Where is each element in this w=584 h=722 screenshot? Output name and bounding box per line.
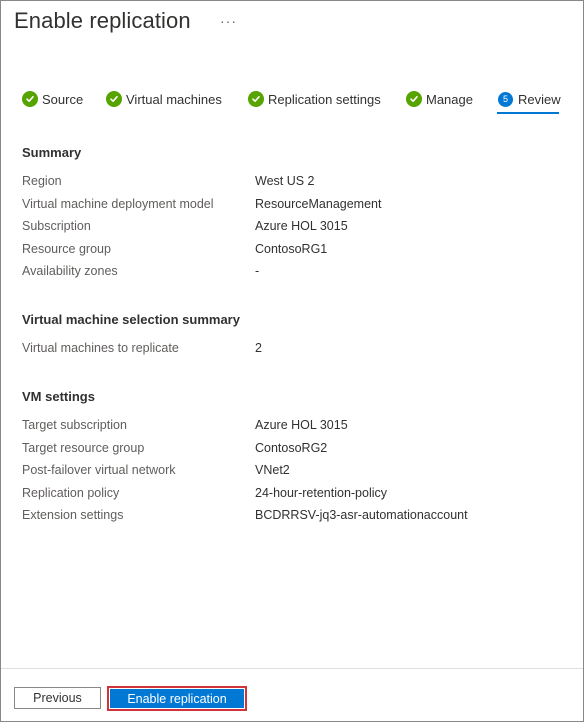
summary-row: Region West US 2 — [22, 172, 562, 195]
row-key: Target subscription — [22, 418, 127, 432]
step-label: Replication settings — [268, 91, 381, 107]
row-value: Azure HOL 3015 — [255, 219, 348, 233]
summary-row: Availability zones - — [22, 262, 562, 285]
section-heading: VM settings — [22, 389, 95, 404]
row-key: Replication policy — [22, 485, 120, 500]
section-heading: Virtual machine selection summary — [22, 312, 240, 327]
row-value: ResourceManagement — [255, 196, 382, 211]
check-circle-icon — [406, 91, 422, 107]
active-step-indicator — [497, 112, 559, 114]
row-key: Region — [22, 174, 62, 188]
step-replication-settings[interactable]: Replication settings — [248, 88, 381, 110]
row-value: 2 — [255, 341, 262, 355]
row-key: Availability zones — [22, 264, 118, 278]
step-review[interactable]: 5 Review — [498, 88, 561, 110]
row-value: Azure HOL 3015 — [255, 418, 348, 432]
vm-settings-row: Extension settings BCDRRSV-jq3-asr-autom… — [22, 506, 562, 529]
vm-settings-section: VM settings Target subscription Azure HO… — [22, 388, 562, 529]
vm-settings-row: Replication policy 24-hour-retention-pol… — [22, 484, 562, 507]
row-value: ContosoRG2 — [255, 440, 328, 455]
vm-settings-row: Post-failover virtual network VNet2 — [22, 461, 562, 484]
row-key: Extension settings — [22, 508, 124, 522]
row-key: Virtual machine deployment model — [22, 196, 214, 211]
step-label: Manage — [426, 91, 473, 107]
row-value: BCDRRSV-jq3-asr-automationaccount — [255, 508, 468, 522]
check-circle-icon — [22, 91, 38, 107]
vm-settings-row: Target resource group ContosoRG2 — [22, 439, 562, 462]
row-value: West US 2 — [255, 174, 315, 188]
vm-selection-section: Virtual machine selection summary Virtua… — [22, 311, 562, 362]
vm-selection-row: Virtual machines to replicate 2 — [22, 339, 562, 362]
row-key: Resource group — [22, 241, 111, 256]
row-value: 24-hour-retention-policy — [255, 485, 388, 500]
check-circle-icon — [106, 91, 122, 107]
row-value: VNet2 — [255, 463, 290, 477]
check-circle-icon — [248, 91, 264, 107]
row-value: ContosoRG1 — [255, 241, 328, 256]
step-label: Source — [42, 91, 84, 107]
previous-button[interactable]: Previous — [14, 687, 101, 709]
step-source[interactable]: Source — [22, 88, 83, 110]
summary-section: Summary Region West US 2 Virtual machine… — [22, 144, 562, 285]
page-title: Enable replication — [14, 8, 191, 33]
row-key: Target resource group — [22, 440, 145, 455]
step-manage[interactable]: Manage — [406, 88, 473, 110]
wizard-steps: Source Virtual machines Replication sett… — [22, 88, 572, 116]
row-key: Post-failover virtual network — [22, 463, 176, 477]
step-label: Review — [518, 91, 561, 107]
enable-replication-panel: Enable replication ··· Source Virtual ma… — [0, 0, 584, 722]
more-options-icon[interactable]: ··· — [220, 13, 237, 29]
step-number-badge: 5 — [498, 91, 513, 107]
row-key: Virtual machines to replicate — [22, 341, 179, 355]
enable-replication-button[interactable]: Enable replication — [110, 689, 244, 708]
row-value: - — [255, 264, 260, 278]
step-virtual-machines[interactable]: Virtual machines — [106, 88, 222, 110]
section-heading: Summary — [22, 145, 82, 160]
summary-row: Subscription Azure HOL 3015 — [22, 217, 562, 240]
footer-divider — [1, 668, 583, 669]
vm-settings-row: Target subscription Azure HOL 3015 — [22, 416, 562, 439]
summary-row: Resource group ContosoRG1 — [22, 240, 562, 263]
row-key: Subscription — [22, 219, 91, 233]
summary-row: Virtual machine deployment model Resourc… — [22, 195, 562, 218]
step-label: Virtual machines — [126, 91, 222, 107]
